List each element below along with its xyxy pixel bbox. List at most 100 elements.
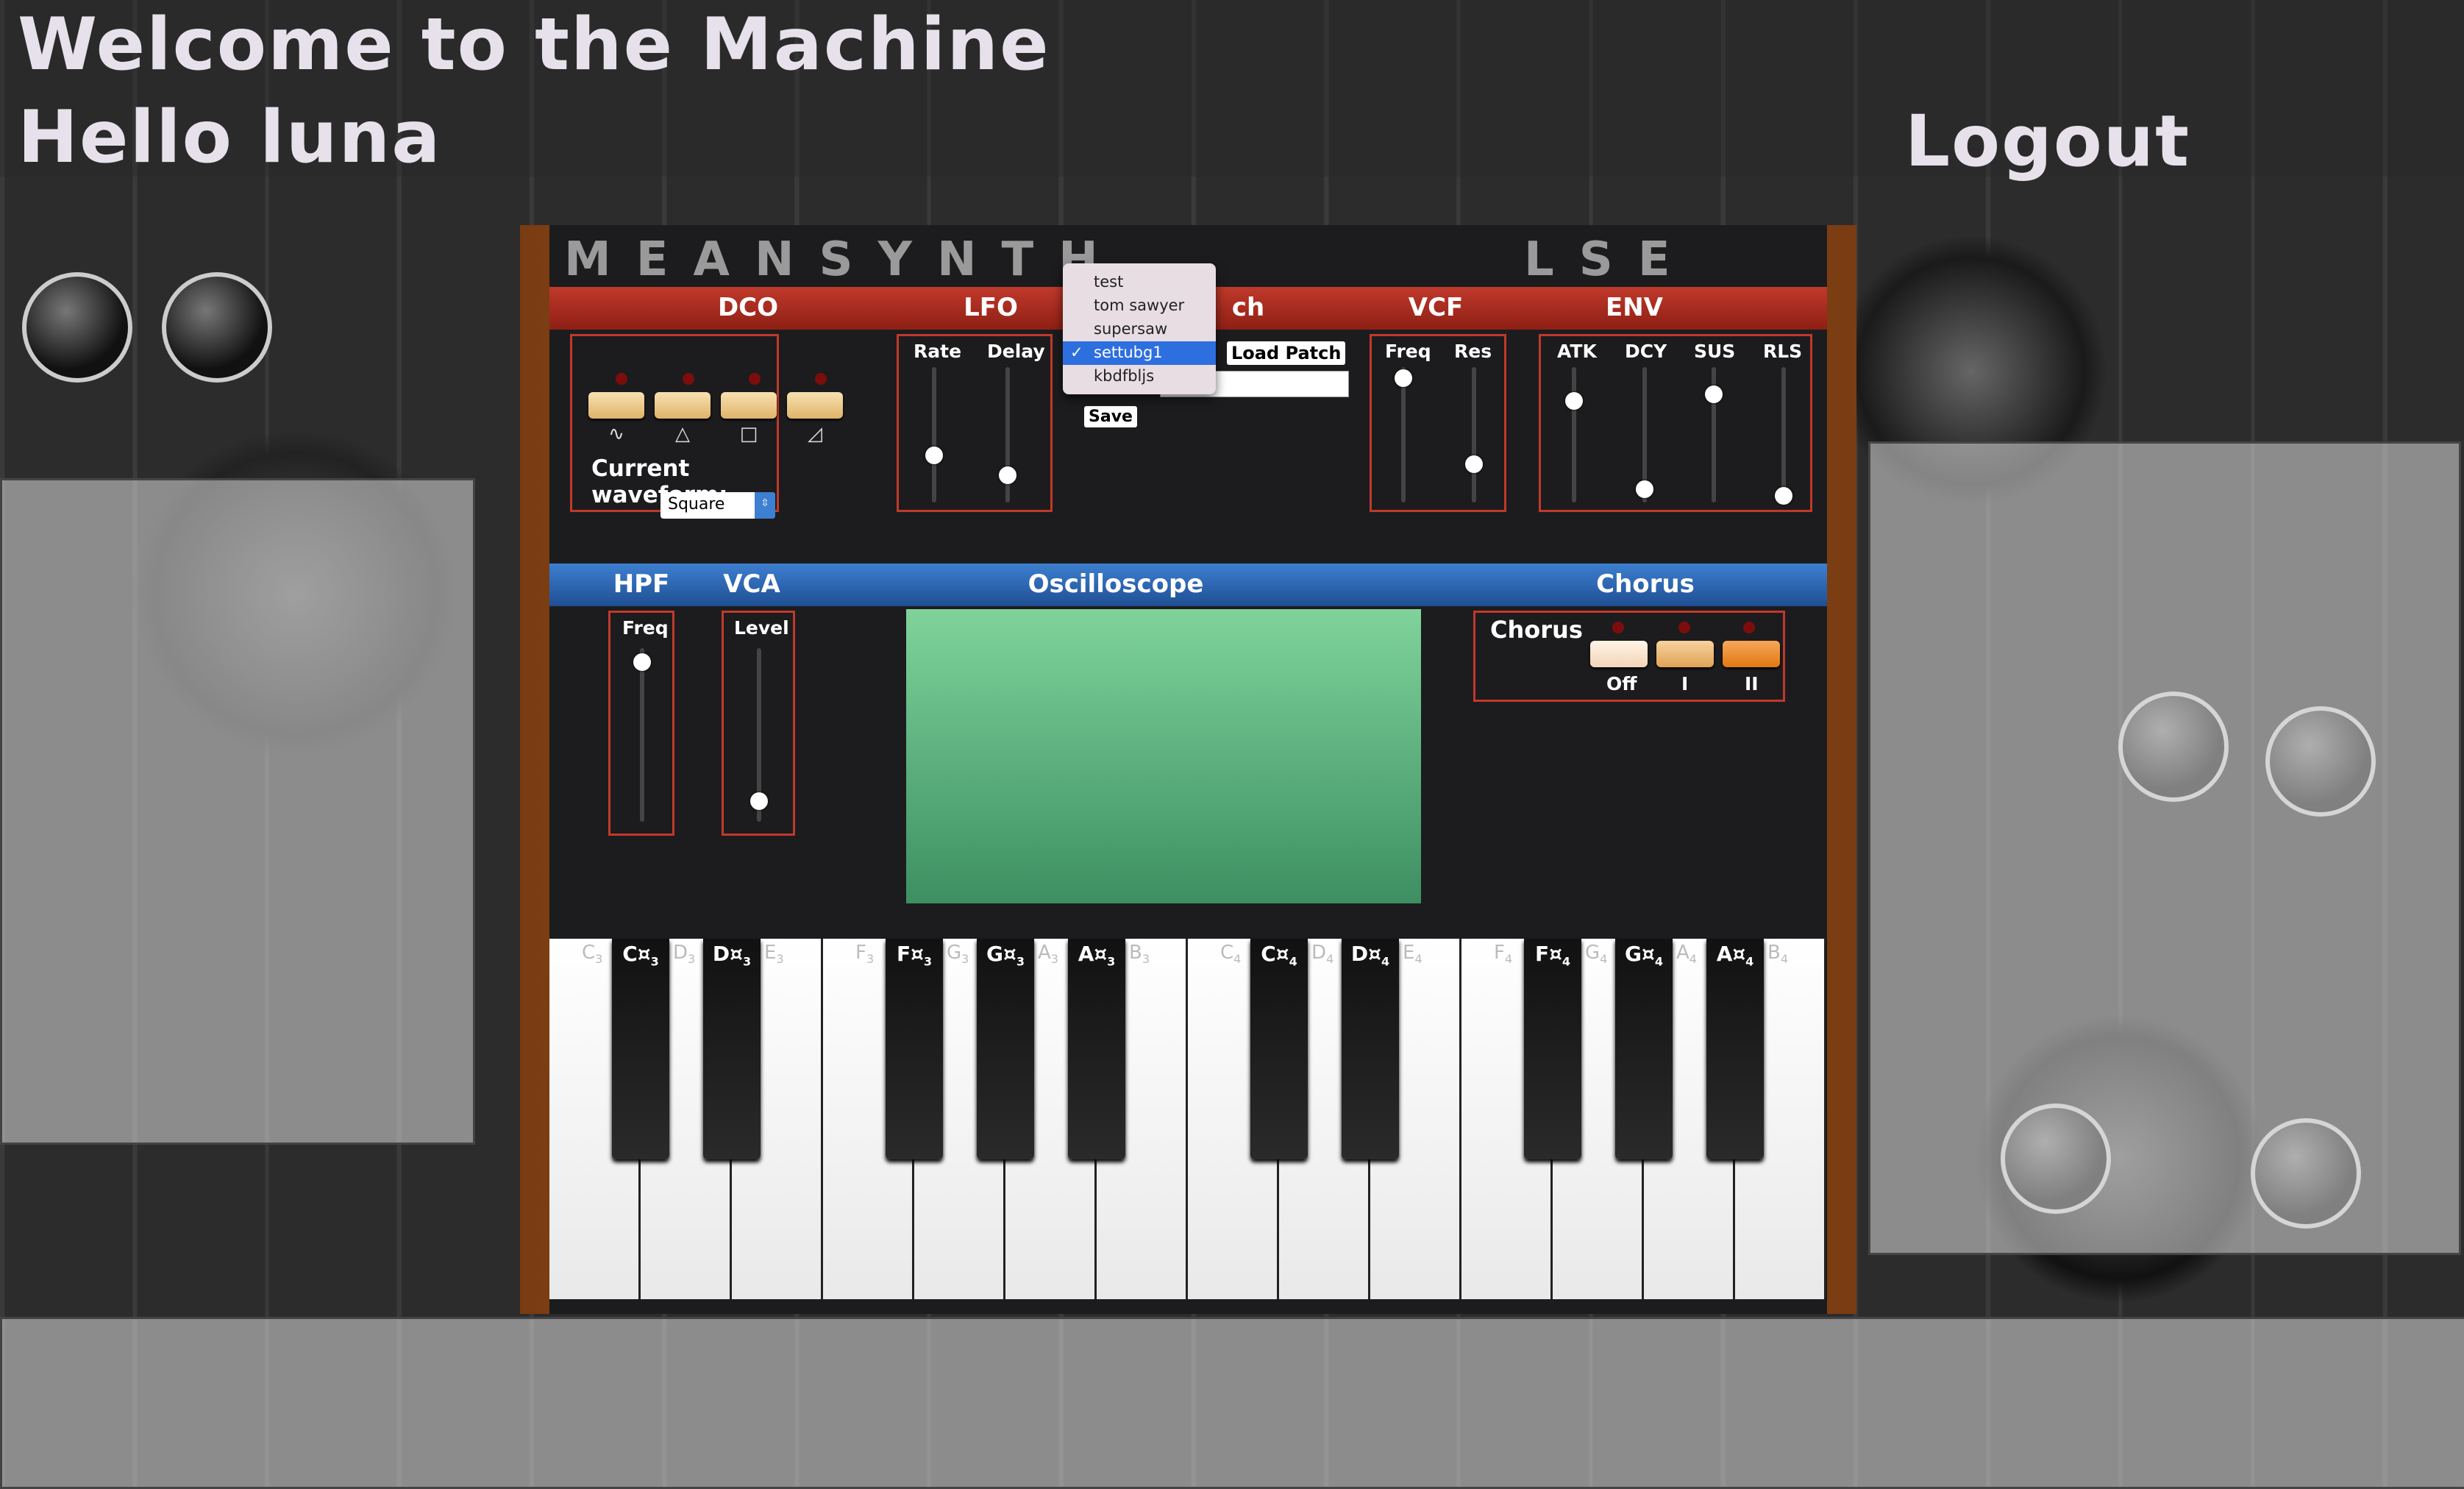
black-key[interactable]: F¤4 (1524, 939, 1581, 1159)
saw-wave-icon: ◿ (808, 423, 822, 445)
vcf-res-slider[interactable] (1465, 455, 1483, 474)
black-key-label: G¤3 (986, 942, 1025, 969)
patch-label: ch (1231, 293, 1265, 322)
patch-option[interactable]: kbdfbljs (1063, 365, 1216, 388)
vca-label: VCA (723, 569, 780, 599)
white-key-label: B4 (1767, 942, 1789, 967)
env-atk-label: ATK (1557, 341, 1597, 362)
hpf-panel: Freq (608, 611, 674, 836)
load-patch-button[interactable]: Load Patch (1227, 341, 1346, 365)
white-key-label: F4 (1494, 942, 1513, 967)
env-atk-track[interactable] (1572, 367, 1576, 502)
patch-option[interactable]: ✓ settubg1 (1063, 341, 1216, 365)
waveform-select[interactable]: Square ⇳ (660, 492, 775, 519)
white-key-label: F3 (855, 942, 875, 967)
white-key-label: A3 (1038, 942, 1058, 967)
chorus-led (1678, 622, 1690, 633)
chorus-led (1612, 622, 1624, 633)
patch-option-label: test (1094, 273, 1124, 291)
sine-wave-icon: ∿ (608, 423, 624, 445)
waveform-square-button[interactable] (721, 392, 777, 419)
chorus-ii-button[interactable] (1723, 641, 1780, 667)
checkmark-icon: ✓ (1070, 344, 1083, 361)
lfo-delay-slider[interactable] (999, 466, 1016, 485)
background-knob (22, 272, 132, 383)
chorus-off-label: Off (1606, 673, 1637, 694)
vcf-res-label: Res (1454, 341, 1492, 362)
waveform-led (815, 373, 827, 385)
white-key-label: D4 (1311, 942, 1334, 967)
vca-level-label: Level (734, 617, 789, 639)
brand-logo-suffix: LSE (1524, 232, 1695, 287)
chorus-i-button[interactable] (1656, 641, 1714, 667)
chorus-title: Chorus (1490, 616, 1583, 644)
waveform-sine-button[interactable] (588, 392, 644, 419)
patch-option-label: kbdfbljs (1094, 367, 1155, 385)
lfo-panel: Rate Delay (897, 334, 1053, 512)
patch-option-label: supersaw (1094, 320, 1168, 338)
background-panel (1868, 441, 2461, 1255)
env-dcy-slider[interactable] (1636, 480, 1653, 498)
triangle-wave-icon: △ (675, 423, 690, 445)
white-key-label: A4 (1676, 942, 1697, 967)
square-wave-icon: □ (739, 423, 758, 445)
black-key[interactable]: D¤4 (1342, 939, 1399, 1159)
lfo-delay-label: Delay (987, 341, 1045, 362)
patch-option[interactable]: supersaw (1063, 318, 1216, 341)
black-key[interactable]: C¤4 (1250, 939, 1308, 1159)
white-key-label: G4 (1585, 942, 1608, 967)
user-greeting: Hello luna (18, 96, 442, 180)
white-key-label: D3 (673, 942, 696, 967)
black-key-label: C¤4 (1261, 942, 1297, 969)
chorus-off-button[interactable] (1590, 641, 1648, 667)
save-patch-button[interactable]: Save (1084, 406, 1137, 427)
vcf-freq-label: Freq (1385, 341, 1431, 362)
vcf-freq-slider[interactable] (1395, 369, 1412, 387)
black-key[interactable]: G¤4 (1615, 939, 1673, 1159)
chorus-i-label: I (1681, 673, 1689, 694)
logout-link[interactable]: Logout (1905, 100, 2190, 182)
black-key[interactable]: G¤3 (977, 939, 1034, 1159)
oscilloscope-label: Oscilloscope (1028, 569, 1204, 599)
waveform-saw-button[interactable] (787, 392, 843, 419)
chorus-panel: Chorus Off I II (1473, 611, 1785, 702)
env-panel: ATK DCY SUS RLS (1539, 334, 1812, 512)
brand-logo: MEANSYNTH (564, 232, 1123, 287)
env-atk-slider[interactable] (1565, 392, 1583, 410)
black-key[interactable]: D¤3 (703, 939, 761, 1159)
black-key[interactable]: F¤3 (886, 939, 943, 1159)
patch-option[interactable]: test (1063, 271, 1216, 294)
black-key-label: F¤3 (896, 942, 933, 969)
waveform-triangle-button[interactable] (655, 392, 711, 419)
patch-option-label: settubg1 (1094, 344, 1163, 361)
black-key[interactable]: A¤3 (1068, 939, 1125, 1159)
vca-level-slider[interactable] (750, 792, 768, 810)
waveform-led (683, 373, 694, 385)
vcf-freq-track[interactable] (1401, 367, 1406, 502)
lfo-rate-slider[interactable] (925, 446, 943, 464)
black-key[interactable]: A¤4 (1706, 939, 1764, 1159)
waveform-select-value: Square (668, 495, 725, 513)
vca-panel: Level (722, 611, 795, 836)
hpf-freq-slider[interactable] (633, 653, 651, 671)
waveform-led (749, 373, 761, 385)
lfo-rate-track[interactable] (932, 367, 936, 502)
patch-dropdown-menu: test tom sawyer supersaw ✓ settubg1 kbdfbljs (1063, 263, 1216, 394)
white-key-label: C4 (1220, 942, 1242, 967)
env-rls-slider[interactable] (1775, 486, 1792, 505)
dco-panel: ∿ △ □ ◿ Current waveform: Square ⇳ (570, 334, 843, 519)
vcf-res-track[interactable] (1472, 367, 1476, 502)
hpf-freq-track[interactable] (640, 648, 644, 822)
chorus-ii-label: II (1745, 673, 1759, 694)
black-key-label: D¤4 (1350, 942, 1390, 969)
patch-option[interactable]: tom sawyer (1063, 294, 1216, 318)
hpf-label: HPF (613, 569, 670, 599)
white-key-label: E3 (764, 942, 784, 967)
black-key-label: A¤4 (1716, 942, 1754, 969)
black-key-label: A¤3 (1078, 942, 1116, 969)
black-key[interactable]: C¤3 (612, 939, 669, 1159)
white-key-label: G3 (947, 942, 969, 967)
env-rls-track[interactable] (1781, 367, 1786, 502)
env-sus-slider[interactable] (1705, 385, 1723, 403)
dco-label: DCO (717, 293, 779, 322)
